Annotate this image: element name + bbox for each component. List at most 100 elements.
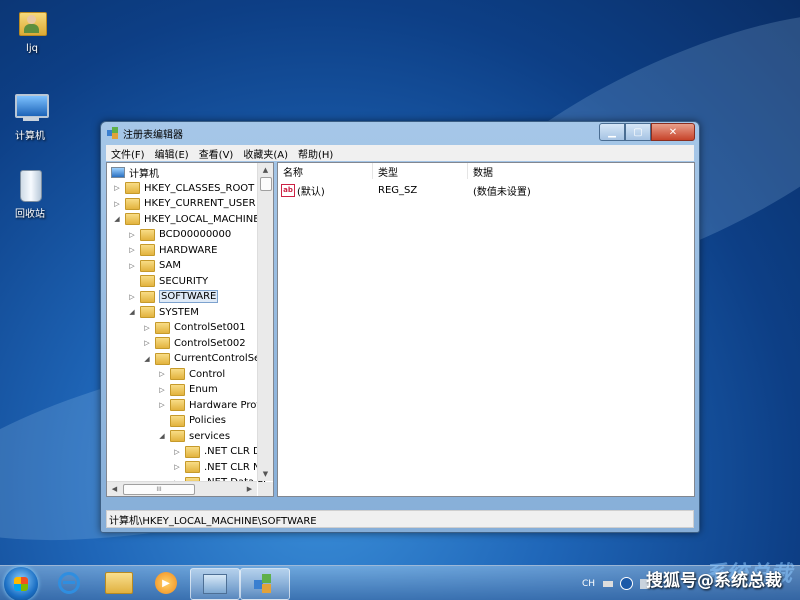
tree-item-label: ControlSet001 — [174, 322, 246, 333]
tree-item[interactable]: ▷ Control — [158, 367, 225, 382]
tree-item-label: HARDWARE — [159, 244, 218, 256]
folder-icon — [140, 244, 155, 256]
folder-icon — [170, 368, 185, 380]
tree-item[interactable]: ▷ ControlSet001 — [143, 320, 246, 335]
desktop-icon-label: 计算机 — [15, 131, 45, 142]
taskbar-media-player-button[interactable]: ▶ — [142, 568, 190, 598]
collapse-arrow-icon[interactable]: ◢ — [113, 215, 121, 223]
column-header-data[interactable]: 数据 — [468, 163, 673, 179]
scroll-down-icon[interactable]: ▼ — [258, 467, 273, 481]
help-icon[interactable] — [620, 577, 633, 590]
expand-arrow-icon[interactable]: ▷ — [158, 370, 166, 378]
scroll-left-icon[interactable]: ◀ — [107, 482, 122, 496]
tree-item-label: HKEY_CURRENT_USER — [144, 198, 256, 209]
expand-arrow-icon[interactable]: ▷ — [128, 293, 136, 301]
scroll-corner — [258, 482, 273, 496]
recycle-bin-icon — [13, 168, 47, 202]
expand-arrow-icon[interactable]: ▷ — [128, 231, 136, 239]
tree-item[interactable]: ▷ .NET CLR Ne — [173, 460, 267, 475]
tree-item[interactable]: Policies — [158, 413, 226, 428]
tree-item[interactable]: ▷ HARDWARE — [128, 243, 217, 258]
tree-item-label: services — [189, 430, 231, 442]
scroll-right-icon[interactable]: ▶ — [242, 482, 257, 496]
expand-arrow-icon[interactable]: ▷ — [158, 401, 166, 409]
expand-arrow-icon[interactable]: ▷ — [128, 246, 136, 254]
folder-icon — [140, 306, 155, 318]
menu-favorites[interactable]: 收藏夹(A) — [238, 146, 293, 161]
tree-item-label: HKEY_CLASSES_ROOT — [144, 182, 255, 194]
tree-item[interactable]: ◢ SYSTEM — [128, 305, 199, 320]
language-indicator[interactable]: CH — [582, 579, 595, 589]
tree-item[interactable]: ▷ HKEY_CURRENT_USER — [113, 196, 256, 211]
tree-item[interactable]: ▷ HKEY_CLASSES_ROOT — [113, 181, 254, 196]
tree-item[interactable]: ▷ .NET CLR Da — [173, 444, 267, 459]
collapse-arrow-icon[interactable]: ◢ — [158, 432, 166, 440]
expand-arrow-icon[interactable]: ▷ — [143, 339, 151, 347]
menu-file[interactable]: 文件(F) — [106, 146, 150, 161]
tree-horizontal-scrollbar[interactable]: ◀ III ▶ — [107, 481, 257, 496]
expand-arrow-icon[interactable]: ▷ — [173, 463, 181, 471]
tree-item[interactable]: ▷ SAM — [128, 258, 181, 273]
folder-icon — [170, 399, 185, 411]
scroll-thumb[interactable]: III — [123, 484, 195, 495]
column-header-name[interactable]: 名称 — [278, 163, 373, 179]
tree-item[interactable]: ▷ Enum — [158, 382, 218, 397]
menu-edit[interactable]: 编辑(E) — [150, 146, 194, 161]
keyboard-icon[interactable] — [603, 580, 613, 587]
computer-icon — [13, 90, 49, 124]
column-header-type[interactable]: 类型 — [373, 163, 468, 179]
tree-item-label: BCD00000000 — [159, 229, 232, 240]
expand-arrow-icon[interactable]: ▷ — [143, 324, 151, 332]
expand-arrow-icon[interactable]: ▷ — [113, 184, 121, 192]
tree-item[interactable]: SECURITY — [128, 274, 208, 289]
tree-vertical-scrollbar[interactable]: ▲ ▼ — [257, 163, 273, 481]
taskbar-ie-button[interactable] — [45, 568, 93, 598]
folder-icon — [170, 414, 185, 427]
start-button[interactable] — [4, 567, 38, 600]
tree-item[interactable]: ▷ Hardware Profil — [158, 398, 265, 413]
expand-arrow-icon[interactable]: ▷ — [113, 200, 121, 208]
menu-help[interactable]: 帮助(H) — [293, 146, 338, 161]
tree-root-computer[interactable]: 计算机 — [111, 165, 159, 180]
value-row[interactable]: ab (默认) REG_SZ (数值未设置) — [281, 183, 691, 198]
expand-arrow-icon[interactable]: ▷ — [128, 262, 136, 270]
tree-item[interactable]: ▷ BCD00000000 — [128, 227, 231, 242]
tree-item[interactable]: ◢ services — [158, 429, 230, 444]
registry-values-list[interactable]: 名称 类型 数据 ab (默认) REG_SZ (数值未设置) — [277, 162, 695, 497]
expand-arrow-icon[interactable]: ▷ — [158, 386, 166, 394]
maximize-button[interactable]: ▢ — [625, 123, 651, 141]
value-data: (数值未设置) — [473, 186, 531, 198]
status-path: 计算机\HKEY_LOCAL_MACHINE\SOFTWARE — [109, 515, 317, 527]
collapse-arrow-icon[interactable]: ◢ — [143, 355, 151, 363]
tree-item[interactable]: ◢ HKEY_LOCAL_MACHINE — [113, 212, 260, 227]
close-button[interactable]: ✕ — [651, 123, 695, 141]
scroll-up-icon[interactable]: ▲ — [258, 163, 273, 177]
tree-item[interactable]: ◢ CurrentControlSet — [143, 351, 264, 366]
desktop-icon-user-folder[interactable]: ljq — [2, 6, 62, 54]
minimize-button[interactable]: ▁ — [599, 123, 625, 141]
value-name: (默认) — [297, 186, 325, 198]
expand-arrow-icon[interactable]: ▷ — [173, 448, 181, 456]
string-value-icon: ab — [281, 183, 295, 197]
desktop-icon-computer[interactable]: 计算机 — [0, 90, 60, 142]
tree-item-label: Hardware Profil — [189, 399, 266, 411]
collapse-arrow-icon[interactable]: ◢ — [128, 308, 136, 316]
tree-item-label: ControlSet002 — [174, 337, 246, 349]
scroll-grip: III — [156, 486, 162, 493]
tree-item[interactable]: ▷ ControlSet002 — [143, 336, 246, 351]
menu-view[interactable]: 查看(V) — [194, 146, 239, 161]
regedit-app-icon — [107, 127, 119, 139]
taskbar-control-panel-button[interactable] — [190, 568, 240, 600]
regedit-icon — [254, 574, 276, 594]
title-bar[interactable]: 注册表编辑器 ▁ ▢ ✕ — [101, 122, 699, 144]
scroll-thumb[interactable] — [260, 177, 272, 191]
tree-item-label: Control — [189, 368, 226, 380]
taskbar-regedit-button[interactable] — [240, 568, 290, 600]
folder-icon — [140, 275, 155, 287]
tree-item-label: Enum — [189, 384, 218, 395]
taskbar-explorer-button[interactable] — [95, 568, 143, 598]
tree-item[interactable]: ▷ SOFTWARE — [128, 289, 219, 304]
folder-icon — [155, 352, 170, 365]
registry-tree[interactable]: 计算机 ▷ HKEY_CLASSES_ROOT ▷ HKEY_CURRENT_USER… — [106, 162, 274, 497]
desktop-icon-recycle-bin[interactable]: 回收站 — [0, 168, 60, 220]
